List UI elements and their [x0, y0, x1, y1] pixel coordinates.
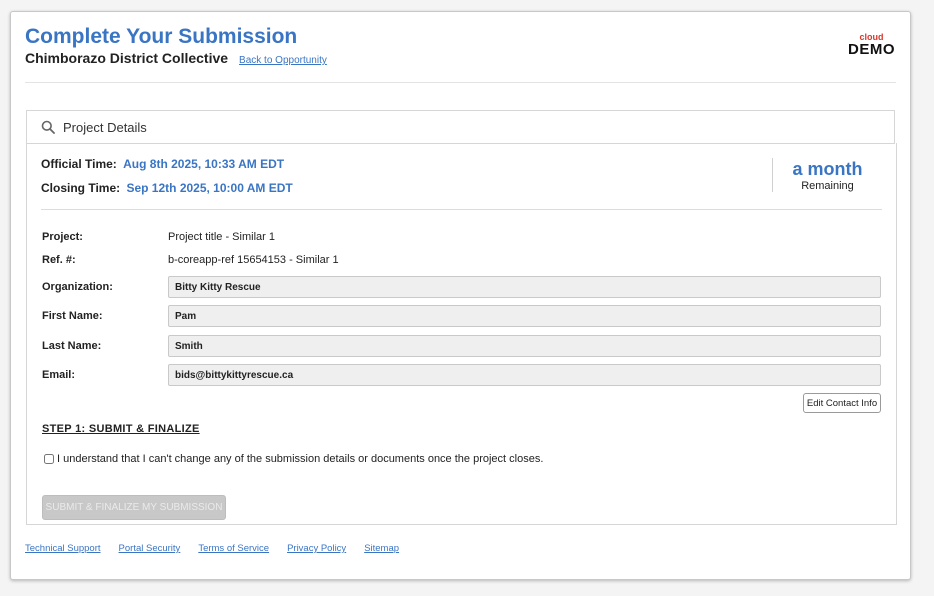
last-name-label: Last Name: [42, 340, 102, 352]
search-icon [41, 120, 55, 134]
closing-time-label: Closing Time: [41, 181, 121, 195]
project-label: Project: [42, 231, 83, 243]
footer-link-privacy-policy[interactable]: Privacy Policy [287, 543, 346, 554]
subtitle-row: Chimborazo District Collective Back to O… [25, 50, 327, 66]
project-details-header[interactable]: Project Details [26, 110, 895, 144]
organization-name: Chimborazo District Collective [25, 50, 229, 66]
closing-time-row: Closing Time: Sep 12th 2025, 10:00 AM ED… [41, 181, 293, 195]
edit-contact-info-button[interactable]: Edit Contact Info [803, 393, 881, 413]
official-time-label: Official Time: [41, 157, 117, 171]
agreement-text: I understand that I can't change any of … [57, 453, 544, 465]
step-1-title: STEP 1: SUBMIT & FINALIZE [42, 423, 200, 435]
project-value: Project title - Similar 1 [168, 231, 275, 243]
remaining-label: Remaining [801, 180, 854, 192]
back-to-opportunity-link[interactable]: Back to Opportunity [239, 55, 327, 66]
project-details-title: Project Details [63, 119, 147, 135]
last-name-field[interactable] [168, 335, 881, 357]
header-divider [25, 82, 896, 83]
footer-link-terms-of-service[interactable]: Terms of Service [198, 543, 269, 554]
official-time-row: Official Time: Aug 8th 2025, 10:33 AM ED… [41, 157, 284, 171]
page-title: Complete Your Submission [25, 25, 298, 48]
email-label: Email: [42, 369, 76, 381]
time-remaining: a month Remaining [772, 158, 882, 192]
submit-finalize-button[interactable]: SUBMIT & FINALIZE MY SUBMISSION [42, 495, 226, 520]
footer-link-technical-support[interactable]: Technical Support [25, 543, 101, 554]
footer-links: Technical Support Portal Security Terms … [25, 543, 417, 554]
official-time-value: Aug 8th 2025, 10:33 AM EDT [123, 157, 285, 171]
email-field[interactable] [168, 364, 881, 386]
agreement-row[interactable]: I understand that I can't change any of … [44, 453, 543, 465]
agreement-checkbox[interactable] [44, 454, 54, 464]
details-divider [41, 209, 882, 210]
first-name-field[interactable] [168, 305, 881, 327]
footer-link-portal-security[interactable]: Portal Security [119, 543, 181, 554]
cloud-demo-logo: cloud DEMO [848, 33, 895, 58]
first-name-label: First Name: [42, 310, 103, 322]
footer-link-sitemap[interactable]: Sitemap [364, 543, 399, 554]
organization-field[interactable] [168, 276, 881, 298]
closing-time-value: Sep 12th 2025, 10:00 AM EDT [126, 181, 293, 195]
ref-label: Ref. #: [42, 254, 76, 266]
ref-value: b-coreapp-ref 15654153 - Similar 1 [168, 254, 339, 266]
logo-demo-text: DEMO [848, 41, 895, 58]
submission-card: Complete Your Submission Chimborazo Dist… [10, 11, 911, 580]
remaining-value: a month [792, 159, 863, 179]
project-details-body: Official Time: Aug 8th 2025, 10:33 AM ED… [26, 143, 897, 525]
organization-label: Organization: [42, 281, 113, 293]
